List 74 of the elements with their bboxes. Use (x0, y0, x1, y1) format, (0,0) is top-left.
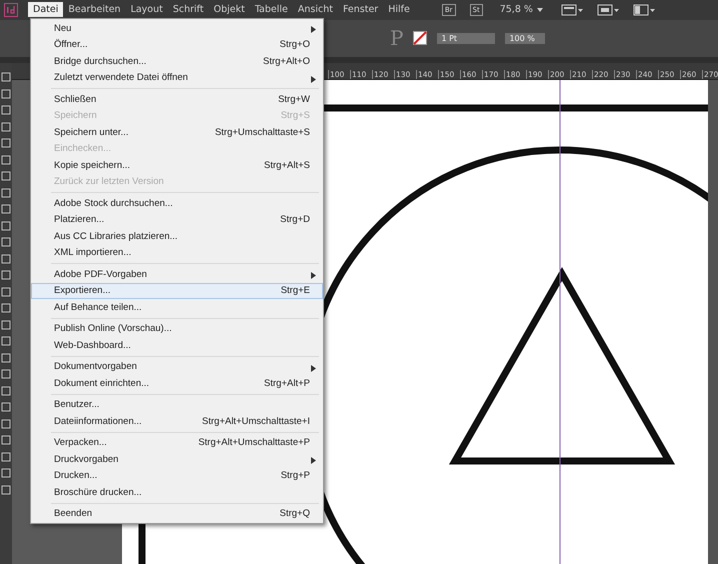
menu-item[interactable]: Auf Behance teilen... (31, 299, 323, 316)
tool-icon[interactable] (0, 352, 12, 364)
view-options-icon[interactable] (560, 4, 583, 16)
menu-item[interactable]: Zuletzt verwendete Datei öffnen (31, 70, 323, 86)
tool-icon[interactable] (0, 236, 12, 248)
tool-icon[interactable] (0, 335, 12, 347)
tool-icon[interactable] (0, 484, 12, 496)
tool-icon[interactable] (0, 418, 12, 430)
zoom-dropdown[interactable]: 75,8 % (500, 4, 543, 16)
menu-item[interactable]: Kopie speichern... Strg+Alt+S (31, 157, 323, 174)
tool-icon[interactable] (0, 220, 12, 232)
tool-icon[interactable] (0, 302, 12, 314)
tool-icon[interactable] (0, 203, 12, 215)
menu-item[interactable]: Adobe Stock durchsuchen... (31, 195, 323, 212)
tool-icon[interactable] (0, 170, 12, 182)
tool-icon[interactable] (0, 318, 12, 330)
menu-item[interactable]: Neu (31, 20, 323, 36)
submenu-arrow-icon (311, 457, 316, 464)
submenu-arrow-icon (311, 364, 316, 372)
submenu-arrow-icon (311, 272, 316, 279)
tool-icon[interactable] (0, 71, 12, 83)
menu-item[interactable]: Bridge durchsuchen... Strg+Alt+O (31, 53, 323, 70)
tool-icon[interactable] (0, 154, 12, 166)
tool-icon[interactable] (0, 450, 12, 462)
tool-icon[interactable] (0, 252, 12, 264)
menu-bar-item[interactable]: Hilfe (383, 2, 415, 18)
tool-icon[interactable] (0, 104, 12, 116)
stroke-weight-field[interactable]: 1 Pt (437, 32, 496, 44)
menu-bar-item[interactable]: Layout (126, 2, 168, 18)
menu-item[interactable]: Dokument einrichten... Strg+Alt+P (31, 375, 323, 392)
menu-item[interactable]: Verpacken... Strg+Alt+Umschalttaste+P (31, 434, 323, 451)
tool-icon[interactable] (0, 401, 12, 413)
menu-item[interactable]: Web-Dashboard... (31, 337, 323, 354)
menu-item[interactable]: Beenden Strg+Q (31, 506, 323, 522)
tool-icon[interactable] (0, 137, 12, 149)
app-logo-icon (4, 2, 18, 17)
tool-icon[interactable] (0, 120, 12, 132)
menu-bar-item[interactable]: Bearbeiten (63, 2, 126, 18)
tool-icon[interactable] (0, 269, 12, 281)
menu-item[interactable]: Platzieren... Strg+D (31, 212, 323, 228)
fill-none-swatch-icon[interactable] (413, 31, 428, 46)
menu-item[interactable]: XML importieren... (31, 244, 323, 261)
menu-item[interactable]: Drucken... Strg+P (31, 468, 323, 484)
tool-icon[interactable] (0, 88, 12, 100)
menu-bar-item[interactable]: Datei (28, 2, 64, 18)
menu-bar-item[interactable]: Schrift (168, 2, 209, 18)
menu-item[interactable]: Adobe PDF-Vorgaben (31, 266, 323, 282)
menu-item[interactable]: Benutzer... (31, 396, 323, 413)
submenu-arrow-icon (311, 76, 316, 82)
menu-item[interactable]: Öffner... Strg+O (31, 36, 323, 53)
caret-icon (536, 8, 543, 12)
menu-item[interactable]: Aus CC Libraries platzieren... (31, 228, 323, 244)
menu-item[interactable]: Exportieren... Strg+E (31, 282, 323, 299)
menu-item[interactable]: Schließen Strg+W (31, 91, 323, 108)
menu-item[interactable]: Druckvorgaben (31, 451, 323, 468)
menu-bar-item[interactable]: Tabelle (250, 2, 293, 18)
screen-mode-icon[interactable] (596, 4, 619, 16)
menu-item[interactable]: Dateiinformationen... Strg+Alt+Umschalttaste+I (31, 413, 323, 430)
menu-item[interactable]: Speichern unter... Strg+Umschalttaste+S (31, 124, 323, 140)
opacity-field[interactable]: 100 % (505, 32, 546, 44)
menu-item[interactable]: Broschüre drucken... (31, 484, 323, 500)
tool-icon[interactable] (0, 286, 12, 298)
menu-bar-item[interactable]: Objekt (208, 2, 250, 18)
menu-bar-item[interactable]: Ansicht (292, 2, 338, 18)
tool-icon[interactable] (0, 384, 12, 396)
tool-icon[interactable] (0, 434, 12, 446)
arrange-documents-icon[interactable] (632, 4, 655, 16)
menu-item[interactable]: Publish Online (Vorschau)... (31, 320, 323, 337)
menu-item[interactable]: Dokumentvorgaben (31, 358, 323, 375)
menu-bar-item[interactable]: Fenster (338, 2, 384, 18)
submenu-arrow-icon (311, 26, 316, 33)
tool-icon[interactable] (0, 186, 12, 198)
tool-icon[interactable] (0, 467, 12, 479)
tool-icon[interactable] (0, 368, 12, 380)
